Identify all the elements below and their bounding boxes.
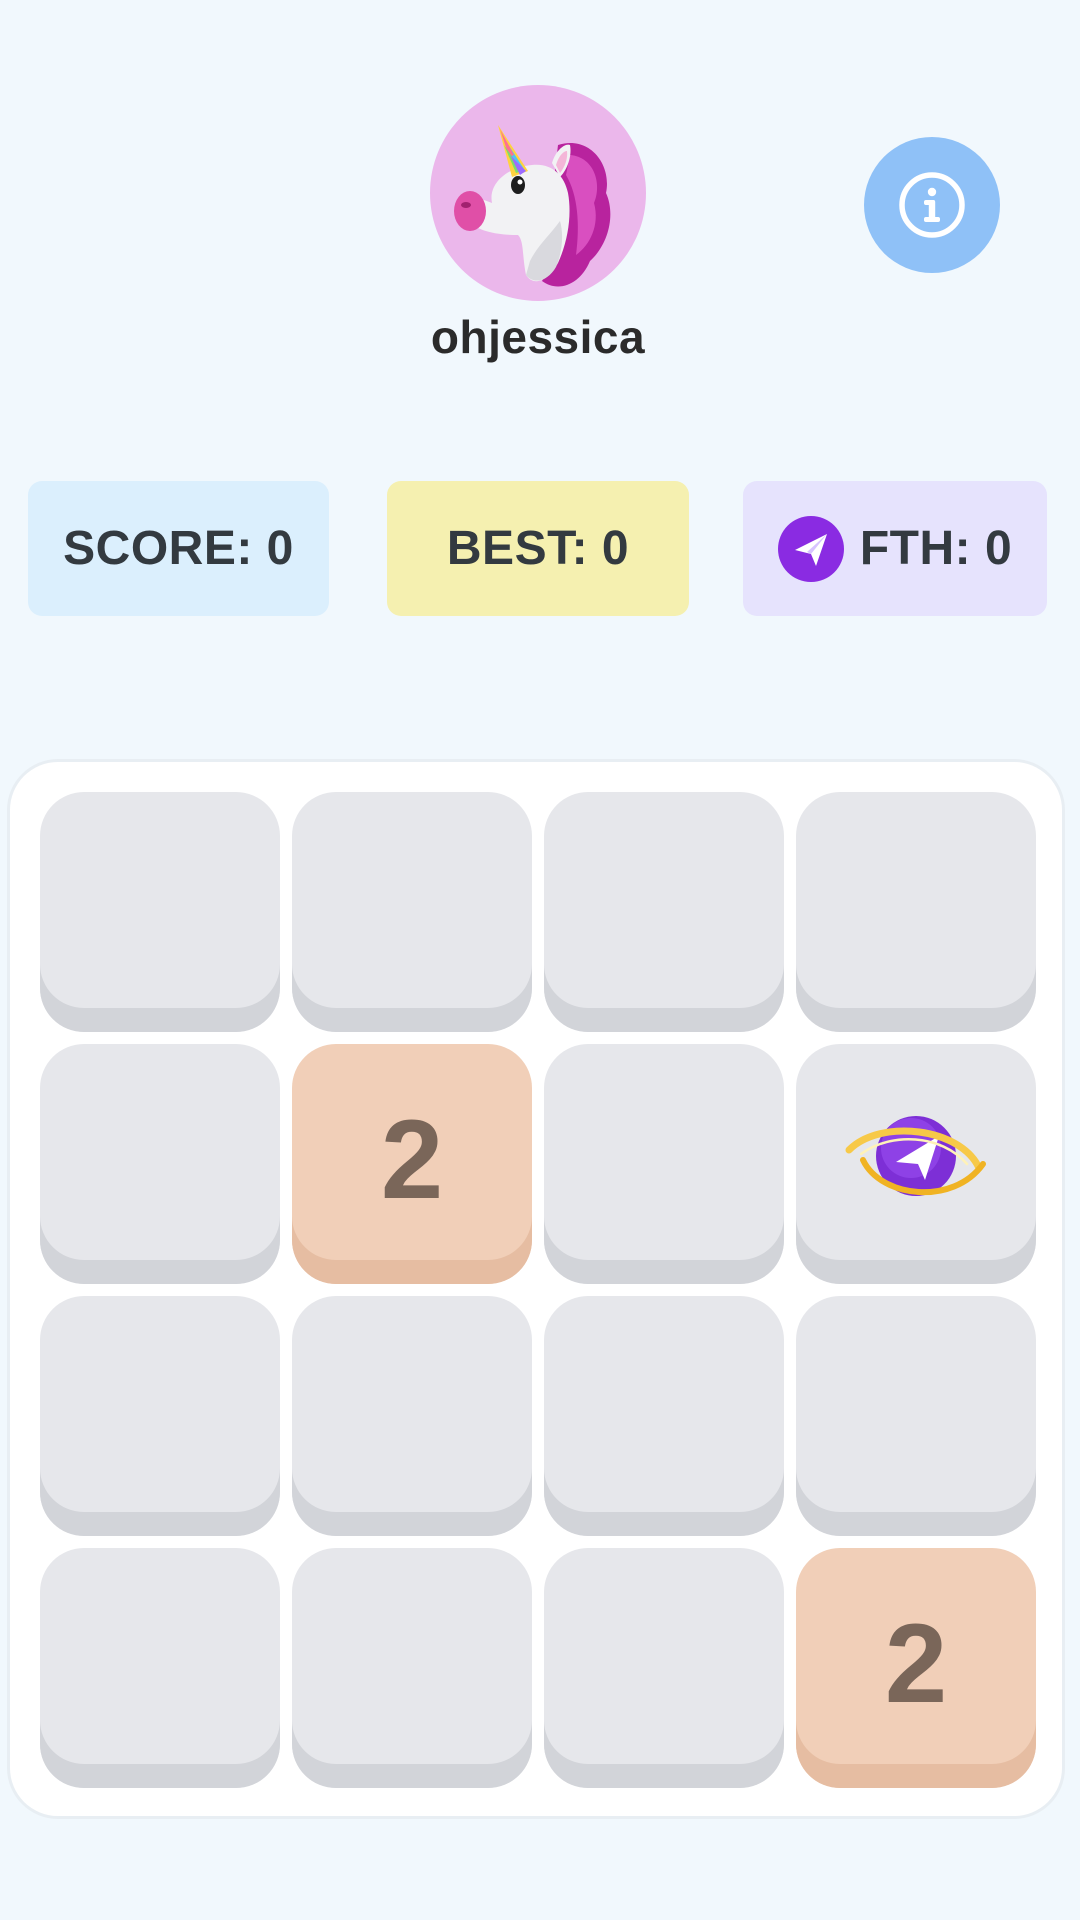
empty-tile[interactable] [796,792,1036,1032]
info-button[interactable] [864,137,1000,273]
fth-label: FTH: 0 [859,522,1013,575]
game-screen: ohjessica SCORE: 0 BEST: 0 FTH: 0 22 [0,0,1080,1920]
fth-token-icon [777,515,844,582]
game-board: 22 [10,762,1062,1816]
score-badge: SCORE: 0 [28,481,329,616]
username: ohjessica [430,311,646,363]
empty-tile[interactable] [40,792,280,1032]
empty-tile[interactable] [292,1548,532,1788]
empty-tile[interactable] [292,792,532,1032]
unicorn-icon [454,125,611,287]
empty-tile[interactable] [796,1296,1036,1536]
info-icon [899,172,965,238]
score-label: SCORE: 0 [63,522,294,575]
number-tile[interactable]: 2 [292,1044,532,1284]
fth-token-swirl-icon [841,1110,991,1218]
empty-tile[interactable] [40,1044,280,1284]
powerup-tile[interactable] [796,1044,1036,1284]
empty-tile[interactable] [544,1548,784,1788]
tile-value: 2 [380,1096,444,1222]
tile-value: 2 [884,1600,948,1726]
empty-tile[interactable] [544,1044,784,1284]
best-label: BEST: 0 [446,522,630,575]
empty-tile[interactable] [292,1296,532,1536]
empty-tile[interactable] [40,1296,280,1536]
fth-badge: FTH: 0 [743,481,1047,616]
avatar[interactable] [430,85,646,301]
empty-tile[interactable] [544,1296,784,1536]
empty-tile[interactable] [544,792,784,1032]
number-tile[interactable]: 2 [796,1548,1036,1788]
best-badge: BEST: 0 [387,481,689,616]
empty-tile[interactable] [40,1548,280,1788]
